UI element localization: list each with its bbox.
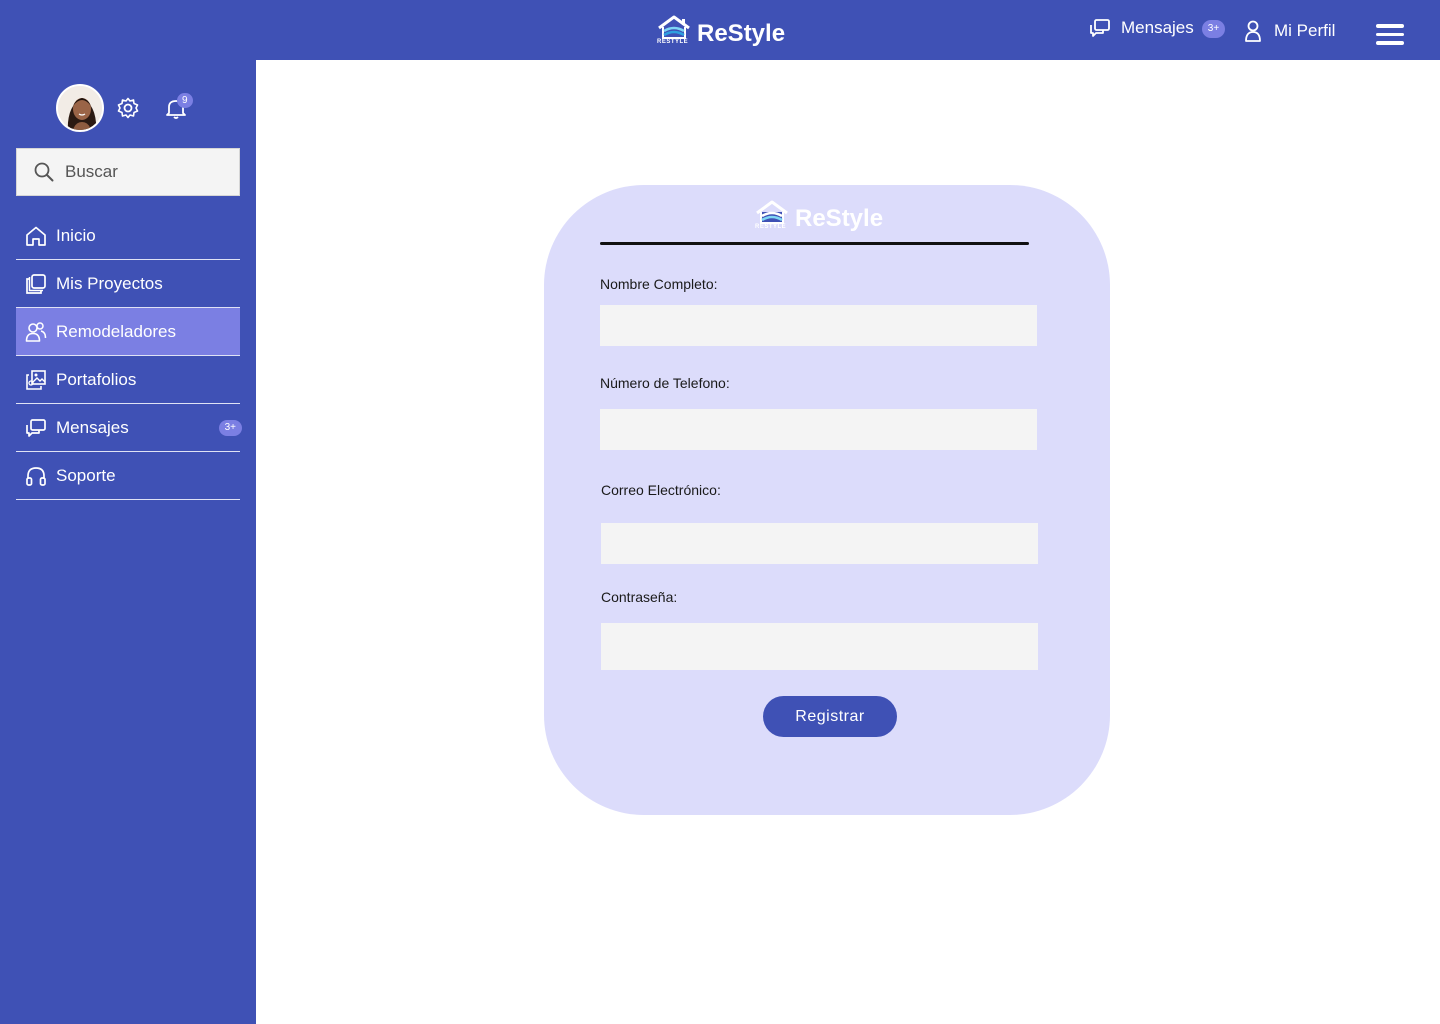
- register-button[interactable]: Registrar: [763, 696, 897, 737]
- card-brand-name: ReStyle: [795, 205, 884, 232]
- sidebar-item-mis-proyectos[interactable]: Mis Proyectos: [16, 260, 240, 308]
- search-box[interactable]: [16, 148, 240, 196]
- messages-badge: 3+: [218, 420, 242, 436]
- sidebar-item-label: Remodeladores: [56, 321, 177, 341]
- sidebar-item-remodeladores[interactable]: Remodeladores: [16, 308, 240, 356]
- password-field[interactable]: [601, 623, 1038, 670]
- sidebar-item-label: Inicio: [56, 225, 96, 245]
- headset-icon: [25, 465, 47, 487]
- sidebar-item-soporte[interactable]: Soporte: [16, 452, 240, 500]
- brand-small-text: RESTYLE: [657, 39, 689, 45]
- house-logo-icon: RESTYLE: [753, 199, 791, 235]
- sidebar-item-label: Portafolios: [56, 369, 137, 389]
- email-field[interactable]: [601, 523, 1038, 564]
- search-icon: [34, 162, 54, 182]
- users-icon: [25, 321, 47, 343]
- card-brand-small-text: RESTYLE: [755, 224, 787, 230]
- top-messages-badge: 3+: [1201, 20, 1226, 38]
- phone-label: Número de Telefono:: [600, 375, 730, 391]
- house-logo-icon: RESTYLE: [655, 14, 693, 50]
- hamburger-menu-icon[interactable]: [1376, 24, 1404, 46]
- top-messages-label: Mensajes: [1121, 18, 1194, 37]
- brand-logo[interactable]: RESTYLE ReStyle: [655, 14, 785, 50]
- top-profile-label: Mi Perfil: [1274, 21, 1336, 40]
- projects-icon: [25, 273, 47, 295]
- notifications-bell-icon[interactable]: 9: [164, 93, 193, 120]
- sidebar-item-inicio[interactable]: Inicio: [16, 212, 240, 260]
- full-name-field[interactable]: [600, 305, 1037, 346]
- sidebar-item-label: Mensajes: [56, 417, 129, 437]
- settings-gear-icon[interactable]: [117, 97, 139, 119]
- portfolio-icon: [25, 369, 47, 391]
- sidebar-item-portafolios[interactable]: Portafolios: [16, 356, 240, 404]
- top-bar: RESTYLE ReStyle Mensajes 3+ Mi Perfil: [0, 0, 1440, 60]
- search-input[interactable]: [65, 162, 215, 182]
- user-icon: [1245, 20, 1261, 42]
- top-profile-link[interactable]: Mi Perfil: [1244, 20, 1335, 42]
- card-brand-logo: RESTYLE ReStyle: [753, 199, 883, 235]
- home-icon: [25, 225, 47, 247]
- avatar[interactable]: [56, 84, 104, 132]
- sidebar: 9 Inicio Mis Proyectos Remodeladores: [0, 60, 256, 1024]
- top-messages-link[interactable]: Mensajes 3+: [1089, 18, 1226, 38]
- notifications-badge: 9: [177, 93, 193, 108]
- sidebar-item-mensajes[interactable]: Mensajes 3+: [16, 404, 242, 452]
- password-label: Contraseña:: [601, 589, 678, 605]
- email-label: Correo Electrónico:: [601, 482, 721, 498]
- brand-name: ReStyle: [697, 20, 786, 47]
- sidebar-item-label: Soporte: [56, 465, 116, 485]
- messages-icon: [25, 417, 47, 439]
- phone-field[interactable]: [600, 409, 1037, 450]
- full-name-label: Nombre Completo:: [600, 276, 718, 292]
- sidebar-nav: Inicio Mis Proyectos Remodeladores Porta…: [16, 212, 242, 500]
- divider: [600, 242, 1029, 245]
- sidebar-item-label: Mis Proyectos: [56, 273, 163, 293]
- messages-icon: [1090, 19, 1110, 37]
- registration-card: RESTYLE ReStyle Nombre Completo: Número …: [544, 185, 1110, 815]
